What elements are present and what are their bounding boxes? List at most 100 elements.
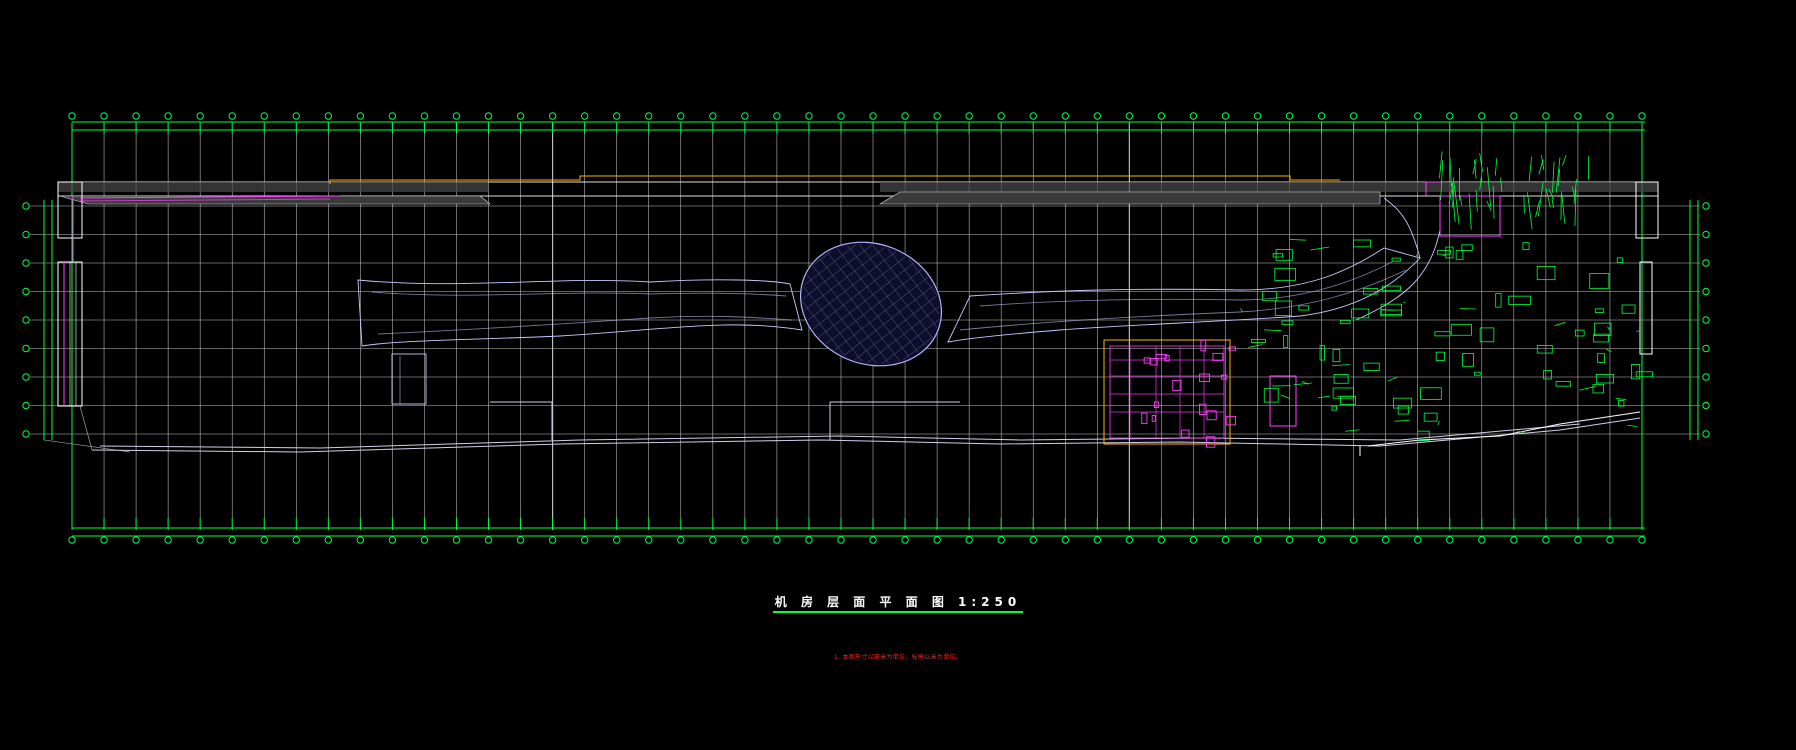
axis-bubble-top	[933, 112, 941, 120]
axis-bubble-bottom	[1638, 536, 1646, 544]
axis-bubble-top	[388, 112, 397, 120]
pipe-segment	[1627, 424, 1638, 427]
axis-bubble-left	[22, 344, 30, 353]
axis-bubble-bottom	[1381, 536, 1390, 544]
drawing-note: 1. 本图尺寸以毫米为单位，标高以米为单位。	[833, 654, 963, 661]
pipe-segment	[1289, 239, 1306, 241]
equipment-symbol	[1479, 327, 1495, 343]
axis-bubble-right	[1702, 401, 1710, 410]
axis-bubble-bottom	[356, 536, 365, 544]
axis-bubble-top	[645, 112, 653, 120]
equipment-symbol	[1332, 349, 1341, 363]
axis-bubble-top	[1221, 112, 1230, 120]
equipment-symbol	[1319, 345, 1325, 361]
equipment-symbol	[1251, 338, 1266, 343]
axis-bubble-right	[1702, 316, 1710, 324]
axis-bubble-top	[837, 112, 845, 120]
axis-bubble-top	[997, 112, 1005, 120]
axis-bubble-bottom	[1285, 536, 1294, 544]
equipment-symbol	[1437, 250, 1451, 255]
axis-bubble-left	[22, 230, 30, 239]
axis-bubble-top	[580, 112, 589, 120]
riser-pipe	[1494, 158, 1498, 176]
axis-bubble-bottom	[1414, 536, 1422, 544]
pipe-fitting	[1153, 401, 1159, 408]
axis-bubble-bottom	[388, 536, 397, 544]
axis-bubble-top	[1189, 112, 1198, 120]
axis-bubble-bottom	[452, 536, 461, 544]
equipment-symbol	[1495, 293, 1502, 308]
equipment-symbol	[1617, 400, 1625, 407]
equipment-symbol	[1298, 305, 1310, 311]
equipment-symbol	[1420, 387, 1442, 400]
axis-bubble-bottom	[1478, 536, 1486, 544]
equipment-symbol	[1392, 397, 1413, 409]
building-outline	[91, 401, 1641, 453]
axis-bubble-top	[901, 112, 909, 120]
axis-bubble-top	[1317, 112, 1326, 120]
axis-bubble-top	[420, 112, 429, 120]
axis-bubble-bottom	[292, 536, 300, 544]
axis-bubble-bottom	[837, 536, 845, 544]
equipment-symbol	[1274, 267, 1296, 281]
axis-bubble-top	[1606, 112, 1614, 120]
axis-bubble-top	[356, 112, 365, 120]
axis-bubble-top	[100, 112, 108, 120]
axis-bubble-bottom	[420, 536, 429, 544]
axis-bubble-bottom	[1029, 536, 1037, 544]
pipe-fitting	[1199, 373, 1210, 383]
axis-bubble-bottom	[1510, 536, 1518, 544]
mechanical-room	[1103, 181, 1653, 456]
equipment-symbol	[1597, 353, 1605, 363]
pipe-fitting	[1181, 429, 1190, 438]
equipment-symbol	[1594, 308, 1605, 313]
riser-pipe	[1475, 189, 1478, 212]
axis-bubble-top	[260, 112, 268, 120]
axis-bubble-top	[324, 112, 333, 120]
pipe-segment	[1437, 421, 1440, 426]
axis-bubble-top	[1638, 112, 1646, 120]
axis-bubble-bottom	[1606, 536, 1614, 544]
axis-bubble-bottom	[1125, 536, 1134, 544]
axis-bubble-left	[22, 316, 30, 324]
equipment-symbol	[1536, 345, 1553, 354]
pipe-segment	[1345, 429, 1360, 432]
pipe-segment	[1607, 326, 1611, 331]
pipe-fitting	[1143, 357, 1151, 364]
pipe-segment	[1554, 322, 1566, 327]
axis-bubble-top	[1029, 112, 1037, 120]
equipment-symbol	[1474, 371, 1481, 376]
equipment-symbol	[1595, 373, 1615, 384]
axis-bubble-top	[548, 112, 557, 120]
equipment-symbol	[1461, 244, 1473, 251]
axis-bubble-bottom	[1061, 536, 1069, 544]
roof-parapet	[57, 181, 1659, 239]
pipe-segment	[1263, 329, 1282, 332]
axis-bubble-top	[164, 112, 172, 120]
axis-bubble-top	[1446, 112, 1454, 120]
axis-bubble-bottom	[484, 536, 493, 544]
equipment-symbol	[1462, 353, 1474, 367]
axis-bubble-bottom	[132, 536, 140, 544]
riser-pipe	[1551, 197, 1554, 209]
equipment-symbol	[1351, 308, 1370, 319]
axis-bubble-left	[22, 430, 30, 438]
pipe-segment	[1579, 385, 1596, 391]
axis-bubble-bottom	[933, 536, 941, 544]
riser-pipe	[1479, 153, 1483, 172]
equipment-symbol	[1363, 362, 1380, 371]
axis-bubble-right	[1702, 202, 1710, 210]
equipment-symbol	[1574, 329, 1585, 337]
axis-bubble-bottom	[741, 536, 749, 544]
equipment-symbol	[1263, 387, 1279, 403]
equipment-symbol	[1589, 273, 1610, 289]
axis-bubble-top	[1093, 112, 1102, 120]
equipment-symbol	[1593, 322, 1612, 336]
axis-bubble-top	[196, 112, 204, 120]
axis-bubble-top	[677, 112, 685, 120]
equipment-symbol	[1508, 295, 1531, 305]
riser-pipe	[1562, 155, 1567, 166]
axis-bubble-bottom	[805, 536, 813, 544]
axis-bubble-top	[68, 112, 76, 120]
axis-bubble-top	[1478, 112, 1486, 120]
